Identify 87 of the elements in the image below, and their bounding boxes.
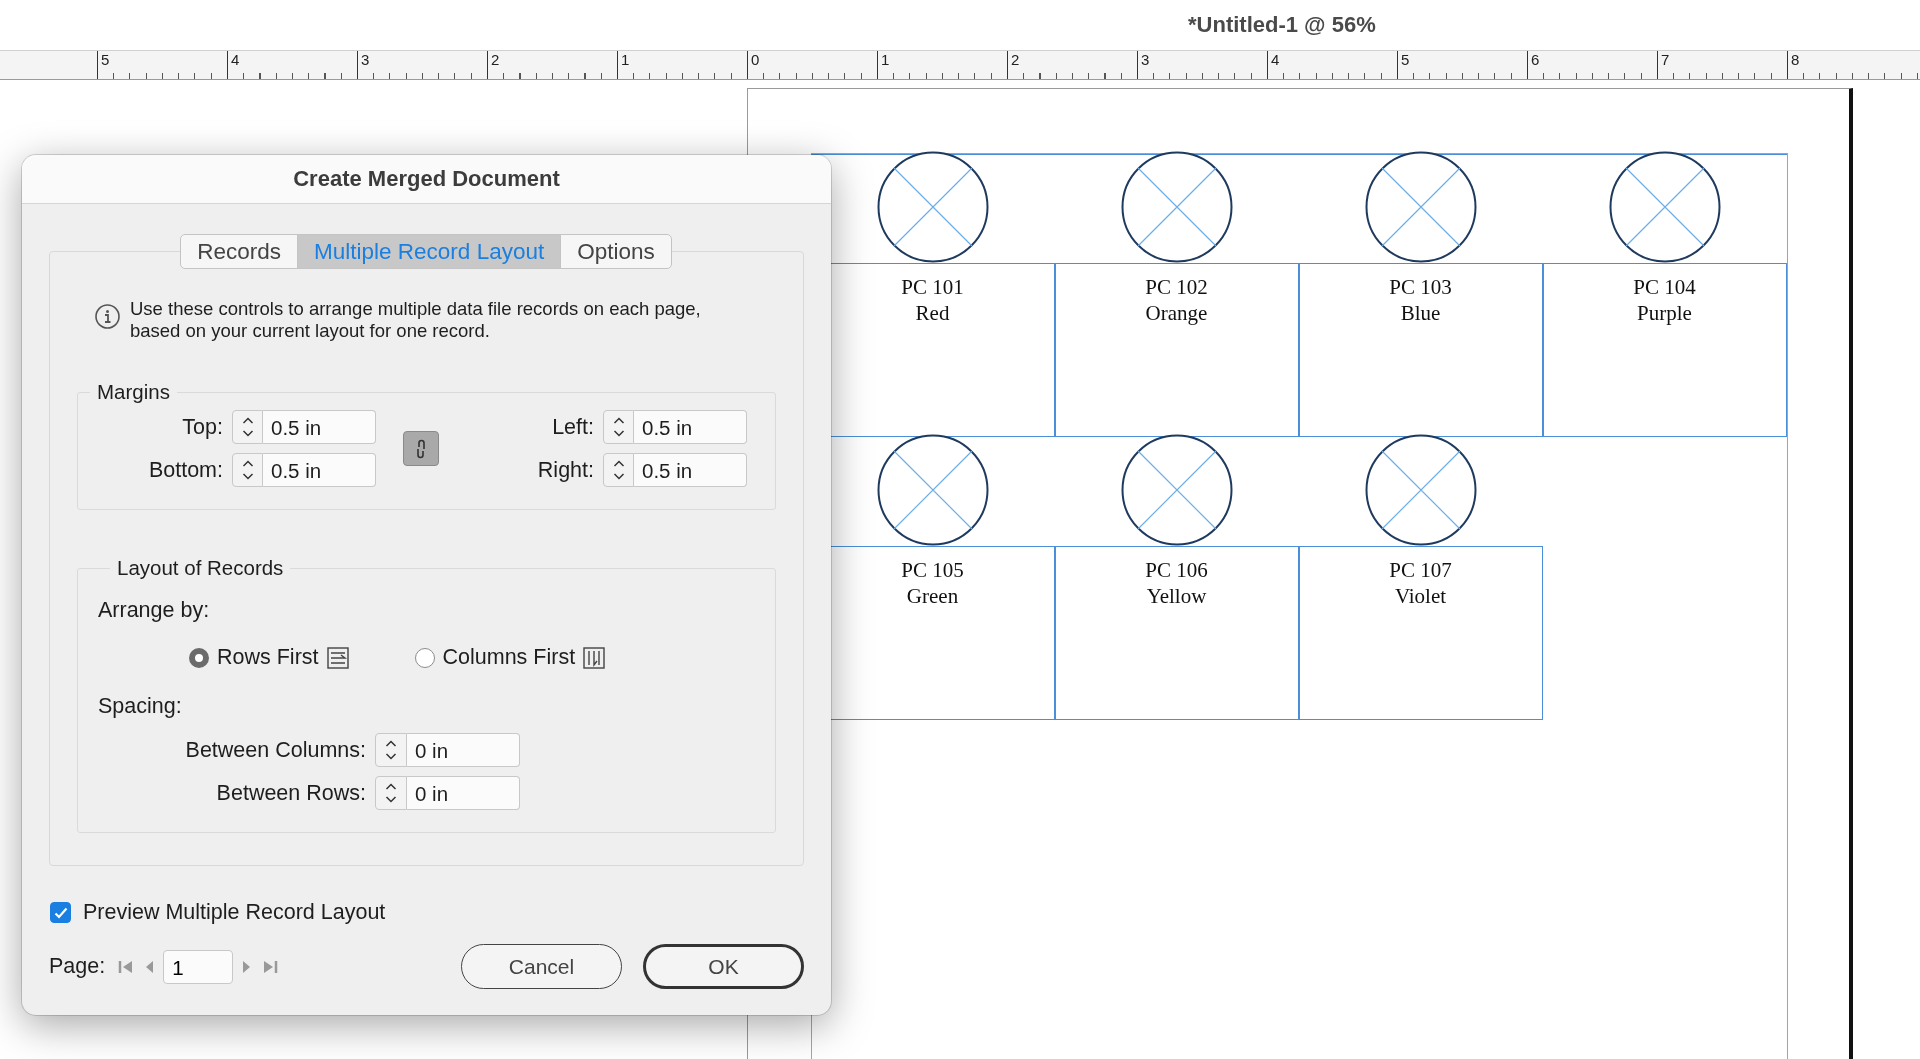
- ruler-label: 8: [1791, 51, 1800, 69]
- group-title: Margins: [96, 380, 171, 404]
- stepper-arrows-icon: [385, 782, 397, 804]
- stepper-button[interactable]: [375, 776, 407, 810]
- value-field[interactable]: 0.5 in: [634, 410, 747, 444]
- record-code: PC 102: [1145, 274, 1208, 300]
- value-field[interactable]: 0.5 in: [263, 453, 376, 487]
- stepper-arrows-icon: [241, 459, 254, 481]
- value-field[interactable]: 0 in: [407, 733, 520, 767]
- stepper-button[interactable]: [232, 453, 263, 487]
- ruler-label: 4: [1271, 51, 1280, 69]
- page-field[interactable]: 1: [163, 949, 234, 984]
- last-page-icon: [262, 958, 279, 975]
- field-label: Left:: [551, 414, 595, 440]
- field-label: Between Columns:: [184, 737, 367, 763]
- checkbox-label: Preview Multiple Record Layout: [83, 900, 386, 925]
- field-label: Top:: [181, 414, 224, 440]
- radio-button[interactable]: [189, 647, 209, 668]
- image-placeholder-icon: [1365, 434, 1477, 546]
- tab[interactable]: Records: [180, 234, 299, 269]
- ruler-label: 1: [881, 51, 890, 69]
- section-label: Arrange by:: [98, 598, 210, 622]
- ruler-label: 3: [361, 51, 370, 69]
- stepper-arrows-icon: [385, 739, 397, 761]
- stepper-arrows-icon: [241, 416, 254, 438]
- tab[interactable]: Options: [560, 234, 672, 269]
- record-name: Orange: [1145, 300, 1208, 326]
- checkmark-icon: [53, 906, 68, 919]
- value-field[interactable]: 0.5 in: [634, 453, 747, 487]
- record-name: Green: [906, 583, 959, 609]
- ruler-label: 7: [1661, 51, 1670, 69]
- first-page-icon: [118, 958, 135, 975]
- ruler-label: 0: [751, 51, 760, 69]
- stepper-arrows-icon: [612, 459, 625, 481]
- ruler-label: 4: [231, 51, 240, 69]
- ruler-label: 3: [1141, 51, 1150, 69]
- field-label: Page:: [49, 954, 106, 979]
- record-name: Blue: [1400, 300, 1441, 326]
- left-triangle-icon: [144, 958, 155, 975]
- image-placeholder-icon: [877, 151, 989, 263]
- field-label: Bottom:: [147, 457, 224, 483]
- record-name: Yellow: [1146, 583, 1207, 609]
- rows-layout-icon: [326, 646, 349, 669]
- image-placeholder-icon: [1609, 151, 1721, 263]
- link-button[interactable]: [403, 431, 439, 466]
- record-code: PC 104: [1633, 274, 1696, 300]
- image-placeholder-icon: [1365, 151, 1477, 263]
- ruler-label: 6: [1531, 51, 1540, 69]
- record-name: Purple: [1637, 300, 1692, 326]
- field-label: Between Rows:: [215, 780, 367, 806]
- group-title: Layout of Records: [116, 556, 285, 580]
- record-code: PC 101: [901, 274, 964, 300]
- image-placeholder-icon: [1121, 151, 1233, 263]
- stepper-button[interactable]: [603, 410, 634, 444]
- ruler-label: 5: [101, 51, 110, 69]
- radio-label: Columns First: [442, 645, 576, 670]
- info-icon: [95, 304, 120, 329]
- dialog-button[interactable]: Cancel: [461, 944, 622, 989]
- info-text: Use these controls to arrange multiple data file records on each page, based on your current layout for one record.: [130, 298, 702, 342]
- value-field[interactable]: 0 in: [407, 776, 520, 810]
- section-label: Spacing:: [98, 694, 182, 718]
- field-label: Right:: [536, 457, 595, 483]
- record-name: Red: [915, 300, 950, 326]
- chain-link-icon: [415, 437, 427, 460]
- checkbox[interactable]: [50, 902, 71, 923]
- ruler-label: 1: [621, 51, 630, 69]
- record-code: PC 103: [1389, 274, 1452, 300]
- columns-layout-icon: [583, 646, 606, 669]
- ruler-label: 5: [1401, 51, 1410, 69]
- record-name: Violet: [1394, 583, 1447, 609]
- stepper-button[interactable]: [232, 410, 263, 444]
- image-placeholder-icon: [877, 434, 989, 546]
- dialog-title: Create Merged Document: [293, 166, 560, 192]
- record-code: PC 106: [1145, 557, 1208, 583]
- stepper-arrows-icon: [612, 416, 625, 438]
- document-title: *Untitled-1 @ 56%: [1188, 12, 1376, 38]
- dialog-button[interactable]: OK: [643, 944, 804, 989]
- stepper-button[interactable]: [375, 733, 407, 767]
- image-placeholder-icon: [1121, 434, 1233, 546]
- radio-label: Rows First: [217, 645, 319, 670]
- record-code: PC 107: [1389, 557, 1452, 583]
- ruler-label: 2: [491, 51, 500, 69]
- radio-button[interactable]: [414, 647, 435, 668]
- ruler-label: 2: [1011, 51, 1020, 69]
- record-code: PC 105: [901, 557, 964, 583]
- stepper-button[interactable]: [603, 453, 634, 487]
- value-field[interactable]: 0.5 in: [263, 410, 376, 444]
